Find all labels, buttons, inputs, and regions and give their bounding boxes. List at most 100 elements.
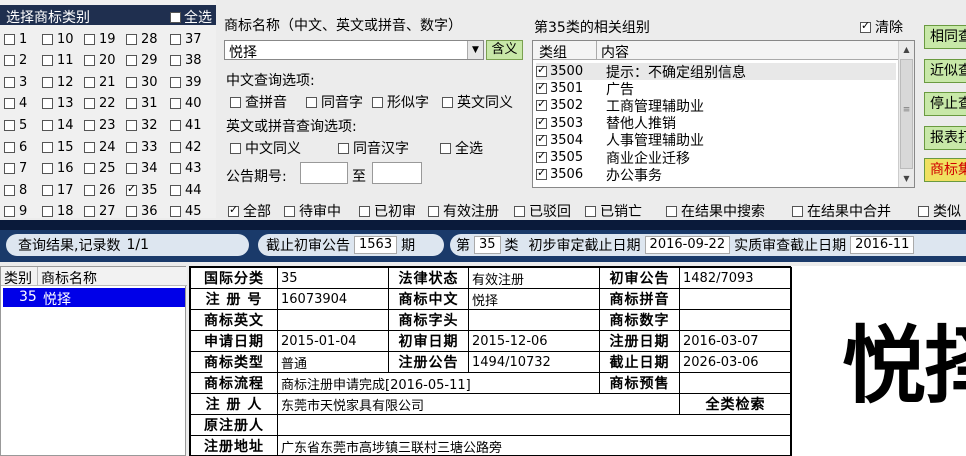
checkbox-icon[interactable] <box>514 205 525 217</box>
scroll-thumb[interactable]: ≡ <box>900 59 913 169</box>
category-option-32[interactable]: 32 <box>126 116 158 134</box>
group-scrollbar[interactable]: ▲ ≡ ▼ <box>898 41 914 187</box>
checkbox-icon[interactable] <box>84 184 95 196</box>
group-row[interactable]: 3500提示：不确定组别信息 <box>536 63 896 81</box>
checkbox-icon[interactable] <box>792 205 803 217</box>
category-option-8[interactable]: 8 <box>4 181 27 199</box>
checkbox-icon[interactable] <box>428 205 439 217</box>
checkbox-icon[interactable] <box>284 205 295 217</box>
category-option-31[interactable]: 31 <box>126 95 158 113</box>
checkbox-icon[interactable] <box>42 119 53 131</box>
checkbox-icon[interactable] <box>230 142 241 154</box>
filter-registered[interactable]: 有效注册 <box>428 201 499 221</box>
category-option-40[interactable]: 40 <box>170 95 202 113</box>
checkbox-icon[interactable] <box>536 166 547 181</box>
period-to-input[interactable] <box>372 162 422 184</box>
cn-option-lookalike[interactable]: 形似字 <box>372 92 429 112</box>
checkbox-icon[interactable] <box>84 163 95 175</box>
checkbox-icon[interactable] <box>306 96 317 108</box>
cn-option-pinyin[interactable]: 查拼音 <box>230 92 287 112</box>
checkbox-icon[interactable] <box>170 33 181 45</box>
category-option-27[interactable]: 27 <box>84 203 116 221</box>
category-option-19[interactable]: 19 <box>84 30 116 48</box>
checkbox-icon[interactable] <box>126 119 137 131</box>
select-all-toggle[interactable]: 全选 <box>170 7 212 27</box>
checkbox-icon[interactable] <box>42 141 53 153</box>
chevron-down-icon[interactable]: ▼ <box>467 41 483 59</box>
category-option-41[interactable]: 41 <box>170 116 202 134</box>
checkbox-icon[interactable] <box>170 141 181 153</box>
cn-option-en-synonym[interactable]: 英文同义 <box>442 92 513 112</box>
trademark-set-button[interactable]: 商标集 <box>924 158 966 182</box>
checkbox-icon[interactable] <box>536 149 547 163</box>
stop-search-button[interactable]: 停止查 <box>924 92 966 116</box>
checkbox-icon[interactable] <box>230 96 241 108</box>
category-option-14[interactable]: 14 <box>42 116 74 134</box>
checkbox-icon[interactable] <box>126 76 137 88</box>
group-row[interactable]: 3504人事管理辅助业 <box>536 132 896 149</box>
checkbox-icon[interactable] <box>536 80 547 95</box>
category-option-18[interactable]: 18 <box>42 203 74 221</box>
checkbox-icon[interactable] <box>170 76 181 88</box>
category-option-2[interactable]: 2 <box>4 52 27 70</box>
cn-option-homophone[interactable]: 同音字 <box>306 92 363 112</box>
category-option-45[interactable]: 45 <box>170 203 202 221</box>
checkbox-icon[interactable] <box>126 206 137 218</box>
result-list[interactable]: 类别 商标名称 35 悦择 <box>0 266 187 456</box>
group-row[interactable]: 3505商业企业迁移 <box>536 149 896 167</box>
checkbox-icon[interactable] <box>126 163 137 175</box>
category-option-33[interactable]: 33 <box>126 138 158 156</box>
checkbox-icon[interactable] <box>42 206 53 218</box>
category-option-22[interactable]: 22 <box>84 95 116 113</box>
filter-rejected[interactable]: 已驳回 <box>514 201 571 221</box>
scroll-down-icon[interactable]: ▼ <box>899 171 914 186</box>
checkbox-icon[interactable] <box>4 163 15 175</box>
checkbox-icon[interactable] <box>126 141 137 153</box>
checkbox-icon[interactable] <box>536 63 547 77</box>
checkbox-icon[interactable] <box>126 98 137 110</box>
checkbox-icon[interactable] <box>338 142 349 154</box>
en-option-cn-synonym[interactable]: 中文同义 <box>230 138 301 158</box>
checkbox-icon[interactable] <box>84 55 95 67</box>
same-search-button[interactable]: 相同查 <box>924 25 966 49</box>
checkbox-icon[interactable] <box>42 55 53 67</box>
category-option-35[interactable]: 35 <box>126 181 158 199</box>
checkbox-icon[interactable] <box>372 96 383 108</box>
filter-all[interactable]: 全部 <box>228 201 271 221</box>
group-row[interactable]: 3506 办公事务 <box>536 166 896 184</box>
checkbox-icon[interactable] <box>84 141 95 153</box>
checkbox-icon[interactable] <box>4 184 15 196</box>
category-option-4[interactable]: 4 <box>4 95 27 113</box>
trademark-name-combobox[interactable]: 悦择 ▼ <box>224 40 484 61</box>
category-option-44[interactable]: 44 <box>170 181 202 199</box>
checkbox-icon[interactable] <box>84 76 95 88</box>
filter-merge-within[interactable]: 在结果中合并 <box>792 201 891 221</box>
checkbox-icon[interactable] <box>42 33 53 45</box>
checkbox-icon[interactable] <box>918 205 929 217</box>
checkbox-icon[interactable] <box>84 33 95 45</box>
category-option-15[interactable]: 15 <box>42 138 74 156</box>
category-option-10[interactable]: 10 <box>42 30 74 48</box>
category-option-28[interactable]: 28 <box>126 30 158 48</box>
checkbox-icon[interactable] <box>4 141 15 153</box>
checkbox-icon[interactable] <box>42 76 53 88</box>
category-option-17[interactable]: 17 <box>42 181 74 199</box>
checkbox-icon[interactable] <box>126 182 137 196</box>
checkbox-icon[interactable] <box>666 205 677 217</box>
all-class-search-button[interactable]: 全类检索 <box>679 393 792 415</box>
checkbox-icon[interactable] <box>42 98 53 110</box>
checkbox-icon[interactable] <box>536 115 547 129</box>
checkbox-icon[interactable] <box>42 184 53 196</box>
checkbox-icon[interactable] <box>170 184 181 196</box>
category-option-11[interactable]: 11 <box>42 52 74 70</box>
category-option-6[interactable]: 6 <box>4 138 27 156</box>
checkbox-icon[interactable] <box>440 142 451 154</box>
group-row[interactable]: 3502工商管理辅助业 <box>536 97 896 115</box>
checkbox-icon[interactable] <box>42 163 53 175</box>
checkbox-icon[interactable] <box>4 119 15 131</box>
category-option-25[interactable]: 25 <box>84 160 116 178</box>
category-option-7[interactable]: 7 <box>4 160 27 178</box>
filter-prelim[interactable]: 已初审 <box>359 201 416 221</box>
category-option-9[interactable]: 9 <box>4 203 27 221</box>
checkbox-icon[interactable] <box>170 55 181 67</box>
